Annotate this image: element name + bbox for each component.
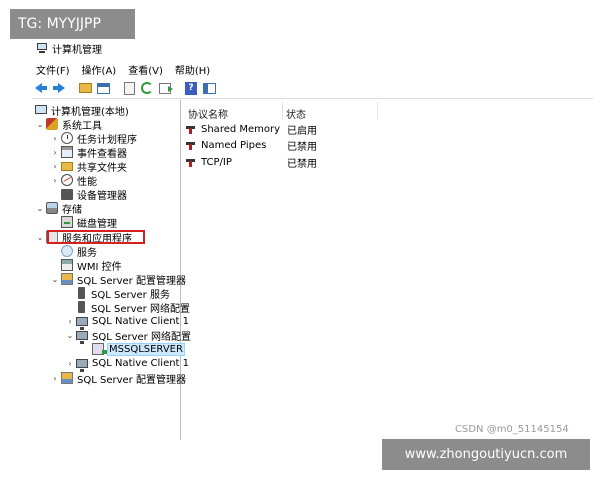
tree-services[interactable]: 服务	[60, 244, 98, 259]
device-manager-icon	[61, 188, 73, 200]
chevron-right-icon[interactable]: ›	[50, 147, 60, 157]
tree-performance[interactable]: › 性能	[50, 173, 98, 188]
chevron-right-icon[interactable]: ›	[50, 133, 60, 143]
sql-config-manager-icon	[61, 372, 73, 384]
show-hide-tree-icon[interactable]	[95, 80, 111, 96]
network-icon	[76, 358, 88, 372]
tree-device-manager[interactable]: 设备管理器	[60, 187, 128, 202]
menu-help[interactable]: 帮助(H)	[175, 62, 210, 77]
tree-root[interactable]: 计算机管理(本地)	[34, 103, 130, 118]
menu-action[interactable]: 操作(A)	[82, 62, 117, 77]
column-divider[interactable]	[282, 102, 283, 120]
protocol-icon	[186, 124, 198, 134]
console-tree: 计算机管理(本地) ⌄ 系统工具 › 任务计划程序 › 事件查看器 › 共享文件…	[33, 100, 191, 440]
result-list: 协议名称 状态 Shared Memory 已启用 Named Pipes 已禁…	[182, 100, 592, 440]
tg-watermark: TG: MYYJJPP	[10, 9, 135, 39]
tree-sql-config-manager-2[interactable]: › SQL Server 配置管理器	[50, 371, 187, 386]
tree-wmi[interactable]: WMI 控件	[60, 258, 123, 273]
chevron-down-icon[interactable]: ⌄	[65, 330, 75, 340]
show-action-pane-icon[interactable]	[201, 80, 217, 96]
column-header-name[interactable]: 协议名称	[188, 106, 228, 121]
network-icon	[76, 316, 88, 330]
shared-folder-icon	[61, 161, 73, 171]
column-divider[interactable]	[377, 102, 378, 120]
chevron-right-icon[interactable]: ›	[65, 316, 75, 326]
chevron-right-icon[interactable]: ›	[50, 161, 60, 171]
wmi-icon	[61, 259, 73, 271]
computer-icon	[35, 104, 47, 114]
column-header-status[interactable]: 状态	[286, 106, 306, 121]
folder-up-icon[interactable]	[77, 80, 93, 96]
forward-arrow-icon[interactable]	[51, 80, 67, 96]
performance-icon	[61, 174, 73, 186]
tree-sql-network[interactable]: ⌄ SQL Server 网络配置	[65, 328, 192, 344]
tree-sql-config-manager[interactable]: ⌄ SQL Server 配置管理器	[50, 272, 187, 287]
tools-icon	[46, 118, 58, 130]
disk-management-icon	[61, 216, 73, 228]
protocol-instance-icon	[92, 343, 107, 355]
toolbar: ?	[33, 79, 217, 97]
chevron-right-icon[interactable]: ›	[65, 358, 75, 368]
tree-sql-network-32[interactable]: SQL Server 网络配置	[75, 300, 191, 315]
list-item[interactable]: Shared Memory 已启用	[186, 122, 317, 137]
clock-icon	[61, 132, 73, 144]
protocol-icon	[186, 140, 198, 150]
network-icon	[76, 330, 88, 344]
storage-icon	[46, 202, 58, 214]
highlight-annotation	[47, 230, 145, 244]
back-arrow-icon[interactable]	[33, 80, 49, 96]
chevron-right-icon[interactable]: ›	[50, 373, 60, 383]
chevron-down-icon[interactable]: ⌄	[50, 274, 60, 284]
list-item[interactable]: TCP/IP 已禁用	[186, 155, 317, 170]
server-icon	[78, 301, 85, 313]
server-icon	[78, 287, 85, 299]
help-icon[interactable]: ?	[183, 80, 199, 96]
toolbar-divider	[33, 98, 593, 99]
title-bar: 计算机管理	[36, 40, 102, 56]
csdn-credit: CSDN @m0_51145154	[455, 424, 569, 435]
tree-system-tools[interactable]: ⌄ 系统工具	[35, 117, 103, 132]
tree-mssqlserver[interactable]: MSSQLSERVER	[91, 342, 185, 356]
sql-config-manager-icon	[61, 273, 73, 285]
tree-native-client[interactable]: › SQL Native Client 1	[65, 356, 190, 372]
tree-event-viewer[interactable]: › 事件查看器	[50, 145, 128, 160]
chevron-down-icon[interactable]: ⌄	[35, 203, 45, 213]
site-watermark: www.zhongoutiyucn.com	[382, 439, 590, 470]
menu-file[interactable]: 文件(F)	[36, 62, 70, 77]
tree-shared-folders[interactable]: › 共享文件夹	[50, 159, 128, 174]
chevron-down-icon[interactable]: ⌄	[35, 232, 45, 242]
menu-view[interactable]: 查看(V)	[128, 62, 163, 77]
protocol-icon	[186, 157, 198, 167]
tree-storage[interactable]: ⌄ 存储	[35, 201, 83, 216]
tree-sql-services[interactable]: SQL Server 服务	[75, 286, 171, 301]
tree-task-scheduler[interactable]: › 任务计划程序	[50, 131, 138, 146]
properties-icon[interactable]	[121, 80, 137, 96]
refresh-icon[interactable]	[139, 80, 155, 96]
services-icon	[61, 245, 73, 257]
computer-management-icon	[36, 42, 48, 54]
tree-disk-management[interactable]: 磁盘管理	[60, 215, 118, 230]
menu-bar: 文件(F) 操作(A) 查看(V) 帮助(H)	[36, 62, 210, 77]
chevron-right-icon[interactable]: ›	[50, 175, 60, 185]
tree-native-client-32[interactable]: › SQL Native Client 1	[65, 314, 190, 330]
window-title: 计算机管理	[52, 44, 102, 56]
event-viewer-icon	[61, 146, 73, 158]
export-list-icon[interactable]	[157, 80, 173, 96]
chevron-down-icon[interactable]: ⌄	[35, 119, 45, 129]
list-item[interactable]: Named Pipes 已禁用	[186, 138, 317, 153]
